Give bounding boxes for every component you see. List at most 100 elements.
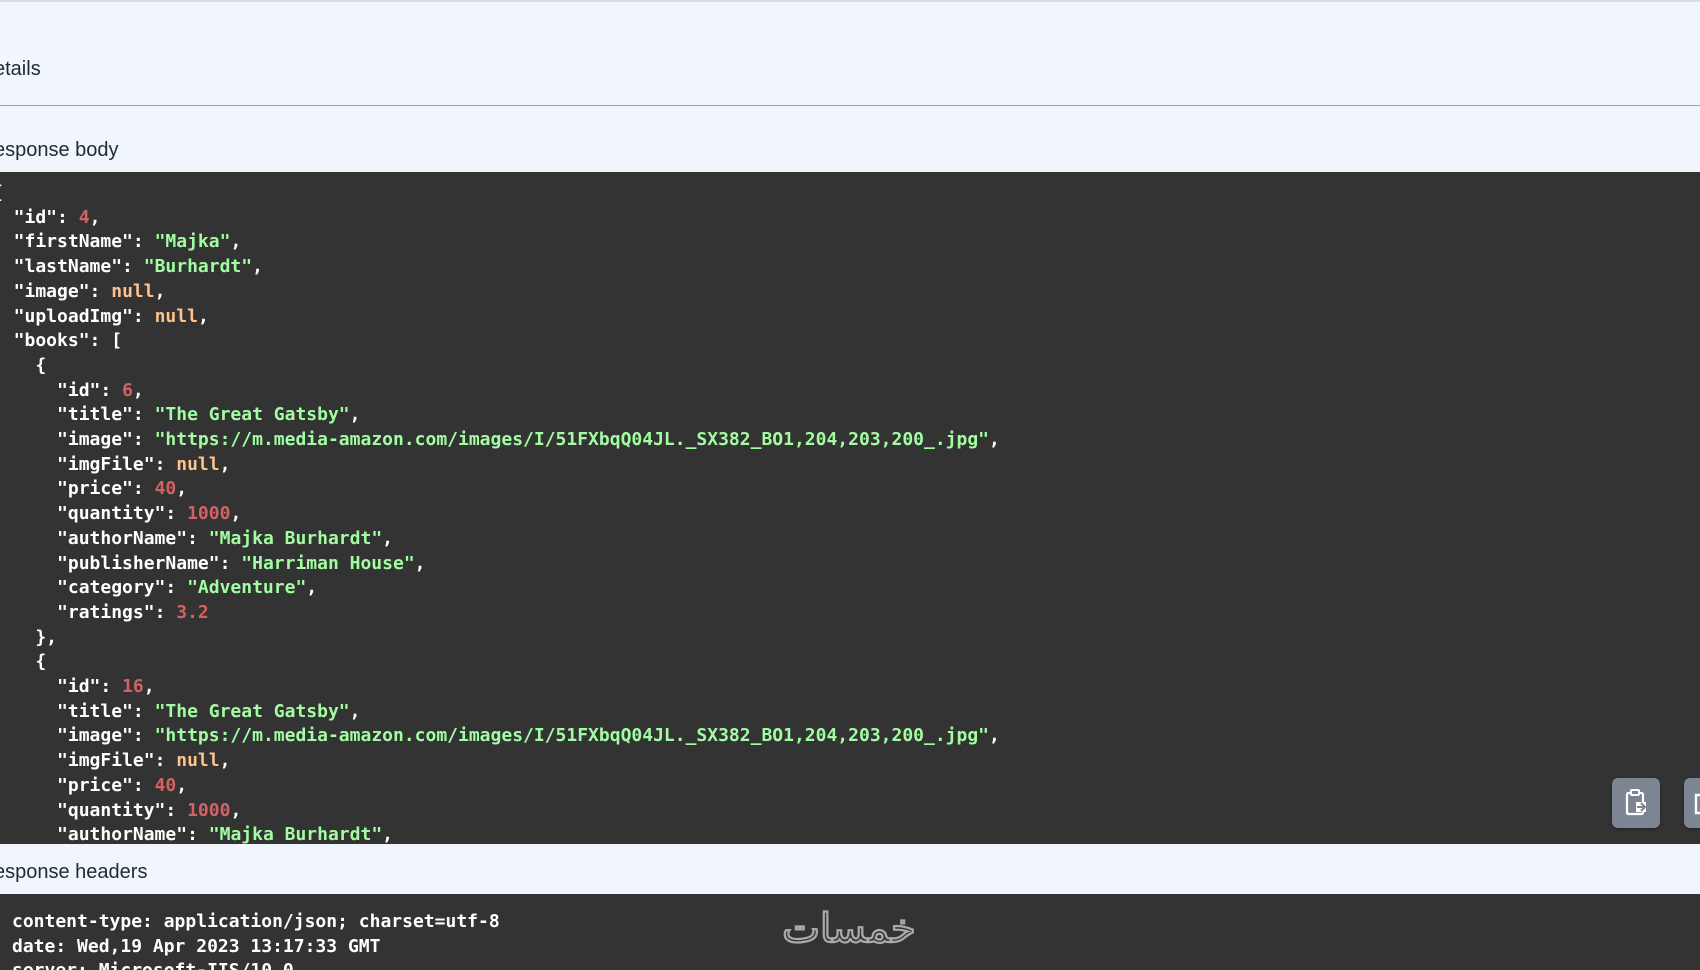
swagger-response-page: etails esponse body { "id": 4, "firstNam… — [0, 0, 1700, 970]
json-null: null — [176, 750, 220, 772]
clipboard-copy-icon — [1625, 789, 1647, 816]
json-number: 3.2 — [176, 601, 209, 623]
json-punctuation: : — [122, 256, 144, 278]
json-key: "imgFile" — [0, 750, 155, 772]
top-divider — [0, 0, 1700, 2]
json-line: "quantity": 1000, — [0, 503, 241, 524]
json-number: 1000 — [187, 503, 231, 525]
json-number: 16 — [122, 676, 144, 698]
json-line: }, — [0, 627, 57, 648]
json-punctuation: }, — [35, 626, 58, 648]
json-key: "title" — [0, 404, 133, 426]
json-punctuation: : — [132, 725, 155, 747]
json-punctuation: , — [252, 256, 263, 278]
download-button[interactable] — [1684, 778, 1700, 828]
response-body-panel[interactable]: { "id": 4, "firstName": "Majka", "lastNa… — [0, 172, 1700, 844]
details-title: etails — [0, 58, 41, 80]
json-punctuation: : — [132, 700, 155, 722]
json-punctuation: : — [165, 503, 188, 525]
json-string: "Majka Burhardt" — [208, 824, 383, 844]
json-punctuation: : — [57, 206, 79, 228]
json-null: null — [111, 280, 155, 302]
json-string: "The Great Gatsby" — [154, 404, 350, 426]
json-key: "authorName" — [0, 527, 188, 549]
json-line: "ratings": 3.2 — [0, 602, 209, 623]
json-line: "firstName": "Majka", — [0, 231, 242, 253]
json-number: 40 — [154, 478, 177, 500]
json-key: "image" — [0, 429, 133, 451]
json-punctuation: : — [154, 750, 177, 772]
json-punctuation: { — [35, 354, 47, 376]
json-line: { — [0, 182, 3, 203]
json-punctuation: : — [132, 305, 155, 327]
json-line: "imgFile": null, — [0, 750, 230, 771]
json-punctuation: , — [219, 453, 231, 475]
json-punctuation: , — [382, 527, 393, 549]
json-key: "price" — [0, 478, 133, 500]
json-key: "publisherName" — [0, 552, 220, 574]
json-line: "authorName": "Majka Burhardt", — [0, 528, 393, 549]
json-punctuation: , — [132, 379, 144, 401]
json-line: "id": 6, — [0, 380, 144, 401]
json-line: "category": "Adventure", — [0, 577, 317, 598]
json-key: "uploadImg" — [0, 305, 133, 327]
json-line: "price": 40, — [0, 775, 187, 796]
response-headers-label: esponse headers — [0, 861, 148, 883]
json-punctuation: : — [187, 527, 209, 549]
json-punctuation: , — [89, 206, 101, 228]
json-line: "uploadImg": null, — [0, 306, 209, 327]
json-key: "quantity" — [0, 799, 166, 821]
json-key: "image" — [0, 725, 133, 747]
download-icon — [1694, 793, 1700, 815]
json-line: "title": "The Great Gatsby", — [0, 700, 360, 722]
json-key: "firstName" — [0, 231, 133, 253]
json-number: 6 — [122, 379, 133, 401]
json-punctuation: { — [0, 182, 3, 203]
json-string: "Majka" — [154, 231, 231, 253]
json-null: null — [176, 453, 220, 475]
json-string: "Majka Burhardt" — [208, 527, 383, 549]
json-null: null — [154, 305, 198, 327]
svg-text:خمسات: خمسات — [782, 906, 915, 952]
json-line: "books": [ — [0, 330, 122, 351]
json-line: "id": 4, — [0, 206, 101, 228]
json-punctuation: , — [382, 824, 393, 844]
response-header-line: server: Microsoft-IIS/10.0 — [12, 960, 294, 970]
details-divider — [0, 105, 1700, 106]
json-punctuation: , — [989, 725, 1000, 747]
json-punctuation: , — [176, 478, 188, 500]
json-punctuation: { — [35, 651, 47, 673]
json-punctuation: , — [230, 503, 242, 525]
json-key: "imgFile" — [0, 453, 155, 475]
response-body-code[interactable]: { "id": 4, "firstName": "Majka", "lastNa… — [0, 181, 1000, 844]
json-string: "https://m.media-amazon.com/images/I/51F… — [154, 725, 990, 747]
json-key: "id" — [13, 206, 58, 228]
json-punctuation: : — [100, 379, 123, 401]
json-number: 40 — [154, 774, 177, 796]
json-key: "ratings" — [0, 601, 155, 623]
json-punctuation: , — [989, 429, 1000, 451]
response-headers-code[interactable]: content-type: application/json; charset=… — [12, 910, 500, 970]
json-line: "image": null, — [0, 280, 166, 302]
response-header-line: content-type: application/json; charset=… — [12, 911, 500, 932]
json-punctuation: , — [414, 552, 426, 574]
json-punctuation: : — [165, 799, 188, 821]
response-header-line: date: Wed,19 Apr 2023 13:17:33 GMT — [12, 935, 381, 957]
json-line: "id": 16, — [0, 676, 155, 697]
json-punctuation: : — [219, 552, 242, 574]
json-string: "The Great Gatsby" — [154, 700, 350, 722]
copy-to-clipboard-button[interactable] — [1612, 778, 1660, 828]
json-punctuation: , — [176, 774, 188, 796]
json-punctuation: : — [154, 453, 177, 475]
json-punctuation: , — [230, 231, 242, 253]
json-punctuation: , — [306, 577, 318, 599]
json-punctuation: , — [219, 750, 231, 772]
json-punctuation: : — [132, 429, 155, 451]
json-punctuation: : — [89, 280, 112, 302]
khamsat-watermark-logo: خمسات — [781, 905, 917, 953]
json-key: "category" — [0, 577, 166, 599]
json-line: "lastName": "Burhardt", — [0, 256, 263, 277]
json-key: "image" — [0, 280, 90, 302]
json-punctuation: , — [197, 305, 209, 327]
json-key: "title" — [0, 700, 133, 722]
